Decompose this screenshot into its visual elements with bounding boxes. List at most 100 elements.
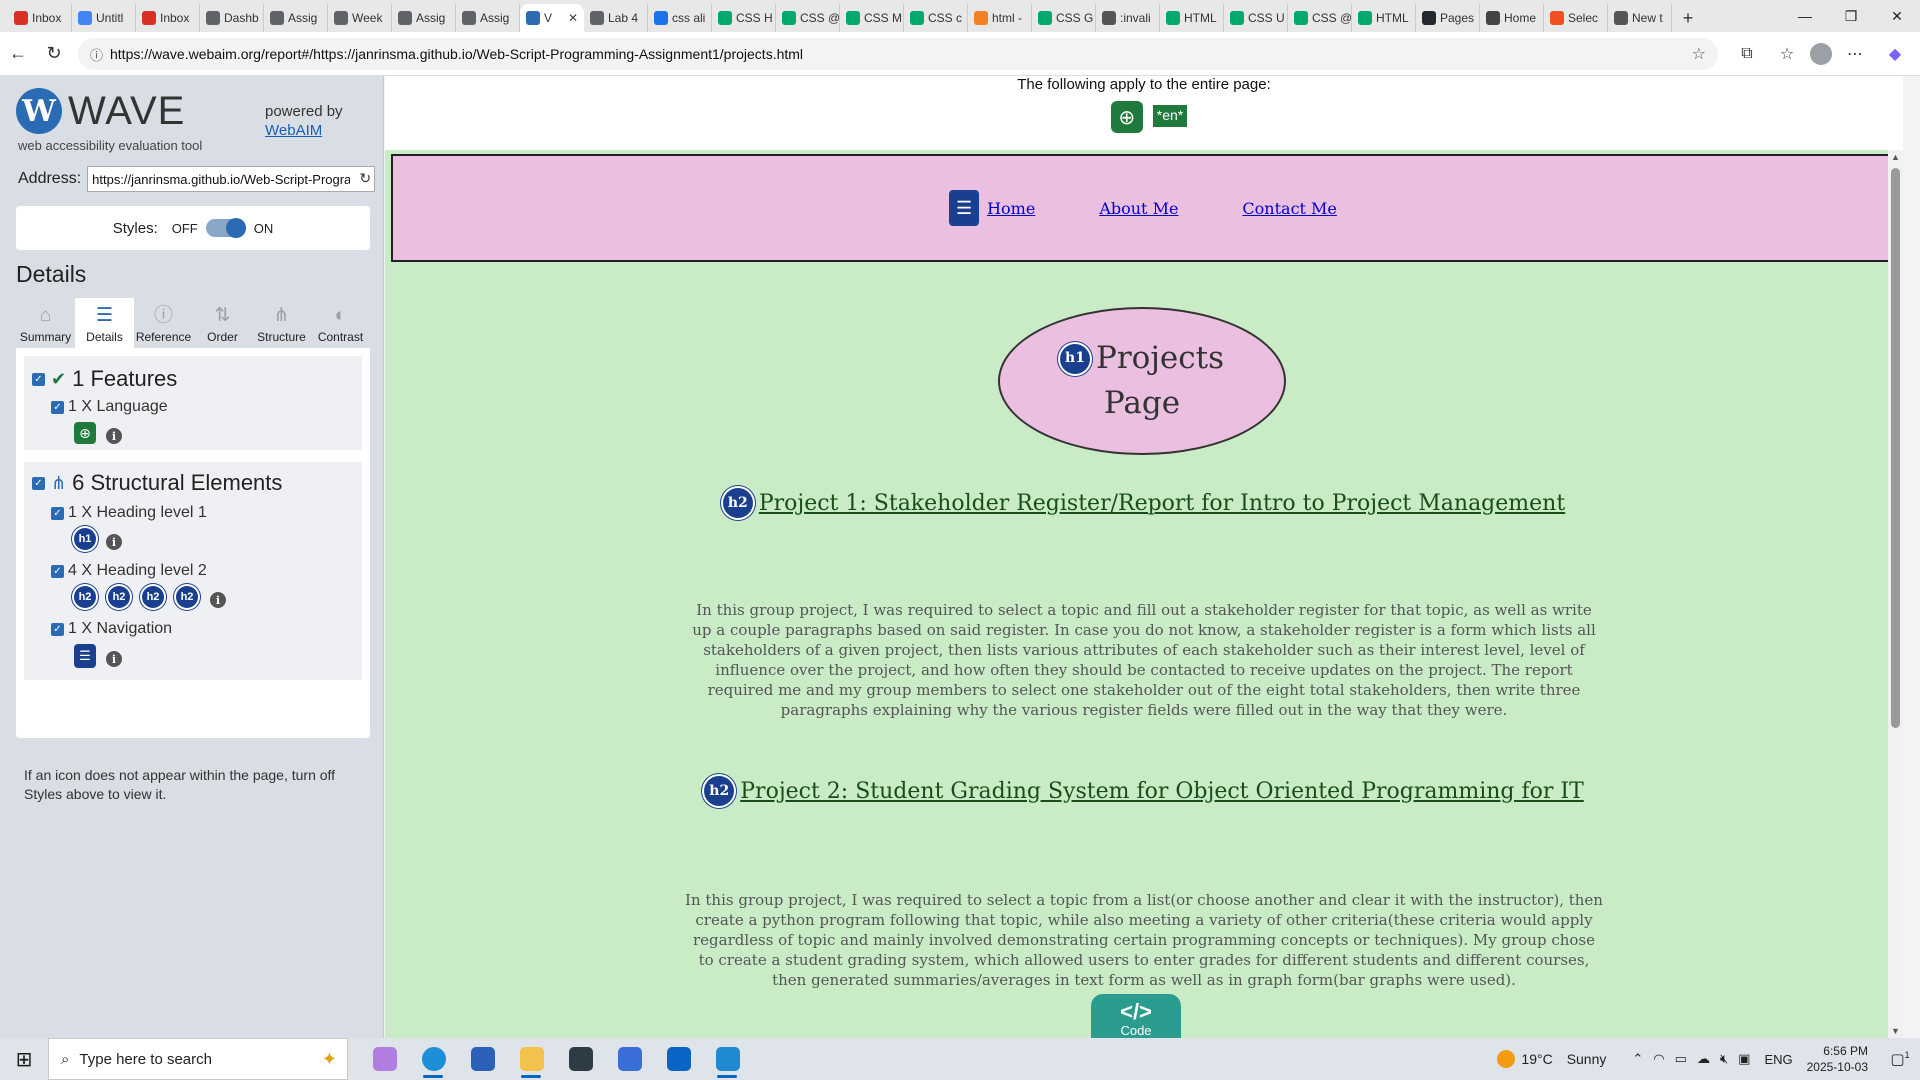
browser-tab[interactable]: Dashb: [200, 4, 264, 32]
code-element-badge[interactable]: </> Code: [1091, 994, 1181, 1038]
navigation-icon[interactable]: ☰: [949, 190, 980, 226]
browser-tab[interactable]: CSS c: [904, 4, 968, 32]
browser-tab[interactable]: :invali: [1096, 4, 1160, 32]
browser-tab[interactable]: css ali: [648, 4, 712, 32]
edge-app-icon[interactable]: [409, 1038, 458, 1080]
language-checkbox[interactable]: ✓: [51, 400, 64, 414]
globe-icon[interactable]: ⊕: [1110, 101, 1143, 133]
page-scrollbar[interactable]: ▲ ▼: [1888, 150, 1903, 1038]
profile-avatar[interactable]: [1810, 43, 1832, 65]
h1-badge-icon[interactable]: h1: [74, 528, 96, 550]
clock[interactable]: 6:56 PM 2025-10-03: [1807, 1043, 1868, 1075]
volume-muted-icon[interactable]: 🔇︎: [1720, 1051, 1728, 1067]
windows-start-icon[interactable]: ⊞: [0, 1038, 48, 1080]
url-bar[interactable]: ⓘ https://wave.webaim.org/report#/https:…: [78, 38, 1718, 70]
terminal-app-icon[interactable]: [556, 1038, 605, 1080]
navigation-icon[interactable]: ☰: [74, 644, 96, 668]
browser-tab[interactable]: Inbox: [8, 4, 72, 32]
nav-link-about[interactable]: About Me: [1099, 199, 1178, 218]
new-tab-button[interactable]: +: [1672, 4, 1704, 32]
address-input[interactable]: [87, 166, 376, 192]
h2-badge-icon[interactable]: h2: [74, 586, 96, 608]
minimize-button[interactable]: —: [1782, 0, 1828, 32]
tab-reference[interactable]: ⓘ Reference: [134, 298, 193, 348]
browser-tab[interactable]: HTML: [1160, 4, 1224, 32]
copilot-app-icon[interactable]: [360, 1038, 409, 1080]
structural-checkbox[interactable]: ✓: [32, 476, 45, 490]
styles-toggle[interactable]: [205, 218, 246, 238]
browser-tab[interactable]: Selec: [1544, 4, 1608, 32]
tab-structure[interactable]: ⋔ Structure: [252, 298, 311, 348]
h2-badge-icon[interactable]: h2: [176, 586, 198, 608]
nav-link-home[interactable]: Home: [987, 199, 1035, 218]
browser-tab[interactable]: Week: [328, 4, 392, 32]
weather-widget[interactable]: 19°C Sunny: [1497, 1050, 1606, 1068]
favorite-star-icon[interactable]: ☆: [1692, 44, 1706, 64]
browser-tab[interactable]: Assig: [456, 4, 520, 32]
browser-tab[interactable]: CSS @: [776, 4, 840, 32]
browser-tab[interactable]: New t: [1608, 4, 1672, 32]
info-icon[interactable]: i: [106, 428, 122, 444]
features-checkbox[interactable]: ✓: [32, 372, 45, 386]
browser-tab[interactable]: Assig: [392, 4, 456, 32]
notifications-icon[interactable]: ▢1: [1880, 1050, 1920, 1068]
browser-tab[interactable]: CSS @: [1288, 4, 1352, 32]
browser-tab[interactable]: html -: [968, 4, 1032, 32]
tab-details[interactable]: ☰ Details: [75, 298, 134, 348]
h2-badge-icon[interactable]: h2: [704, 776, 735, 806]
h2-badge-icon[interactable]: h2: [142, 586, 164, 608]
scroll-down-arrow[interactable]: ▼: [1891, 1026, 1900, 1036]
site-info-icon[interactable]: ⓘ: [90, 45, 110, 64]
vs-app-icon[interactable]: [605, 1038, 654, 1080]
more-menu-icon[interactable]: ⋯: [1838, 38, 1872, 70]
back-button[interactable]: ←: [0, 36, 36, 72]
browser-tab[interactable]: CSS M: [840, 4, 904, 32]
browser-tab[interactable]: HTML: [1352, 4, 1416, 32]
store-app-icon[interactable]: [458, 1038, 507, 1080]
scrollbar-thumb[interactable]: [1891, 168, 1900, 728]
browser-tab[interactable]: CSS U: [1224, 4, 1288, 32]
copilot-icon[interactable]: ◆: [1878, 38, 1912, 70]
reload-button[interactable]: ↻: [36, 36, 72, 72]
tab-order[interactable]: ⇅ Order: [193, 298, 252, 348]
vscode-app-icon[interactable]: [703, 1038, 752, 1080]
outlook-app-icon[interactable]: [654, 1038, 703, 1080]
refresh-icon[interactable]: ↻: [359, 170, 371, 187]
close-tab-icon[interactable]: ✕: [568, 11, 578, 25]
explorer-app-icon[interactable]: [507, 1038, 556, 1080]
browser-tab[interactable]: V ✕: [520, 4, 584, 32]
browser-tab[interactable]: Untitl: [72, 4, 136, 32]
info-icon[interactable]: i: [106, 651, 122, 667]
h1-badge-icon[interactable]: h1: [1059, 343, 1090, 374]
tab-summary[interactable]: ⌂ Summary: [16, 298, 75, 348]
taskbar-search[interactable]: ⌕ Type here to search ✦: [48, 1038, 348, 1080]
h2-checkbox[interactable]: ✓: [51, 564, 64, 578]
info-icon[interactable]: i: [210, 592, 226, 608]
cloud-icon[interactable]: ☁: [1697, 1051, 1710, 1067]
display-icon[interactable]: ▣: [1738, 1051, 1750, 1067]
network-icon[interactable]: ◠: [1653, 1051, 1664, 1067]
webaim-link[interactable]: WebAIM: [265, 122, 322, 139]
h2-badge-icon[interactable]: h2: [108, 586, 130, 608]
chevron-up-icon[interactable]: ⌃: [1632, 1051, 1643, 1067]
browser-tab[interactable]: Pages: [1416, 4, 1480, 32]
battery-icon[interactable]: ▭: [1675, 1051, 1687, 1067]
language-indicator[interactable]: ENG: [1764, 1052, 1792, 1067]
h2-badge-icon[interactable]: h2: [722, 488, 753, 518]
tab-contrast[interactable]: ◐ Contrast: [311, 298, 370, 348]
browser-tab[interactable]: CSS H: [712, 4, 776, 32]
globe-icon[interactable]: ⊕: [74, 422, 96, 444]
scroll-up-arrow[interactable]: ▲: [1891, 152, 1900, 162]
info-icon[interactable]: i: [106, 534, 122, 550]
browser-tab[interactable]: CSS G: [1032, 4, 1096, 32]
nav-link-contact[interactable]: Contact Me: [1242, 199, 1336, 218]
nav-checkbox[interactable]: ✓: [51, 622, 64, 636]
browser-tab[interactable]: Home: [1480, 4, 1544, 32]
h1-checkbox[interactable]: ✓: [51, 506, 64, 520]
browser-tab[interactable]: Inbox: [136, 4, 200, 32]
browser-tab[interactable]: Lab 4: [584, 4, 648, 32]
close-window-button[interactable]: ✕: [1874, 0, 1920, 32]
restore-button[interactable]: ❐: [1828, 0, 1874, 32]
browser-tab[interactable]: Assig: [264, 4, 328, 32]
favorites-icon[interactable]: ☆: [1770, 38, 1804, 70]
